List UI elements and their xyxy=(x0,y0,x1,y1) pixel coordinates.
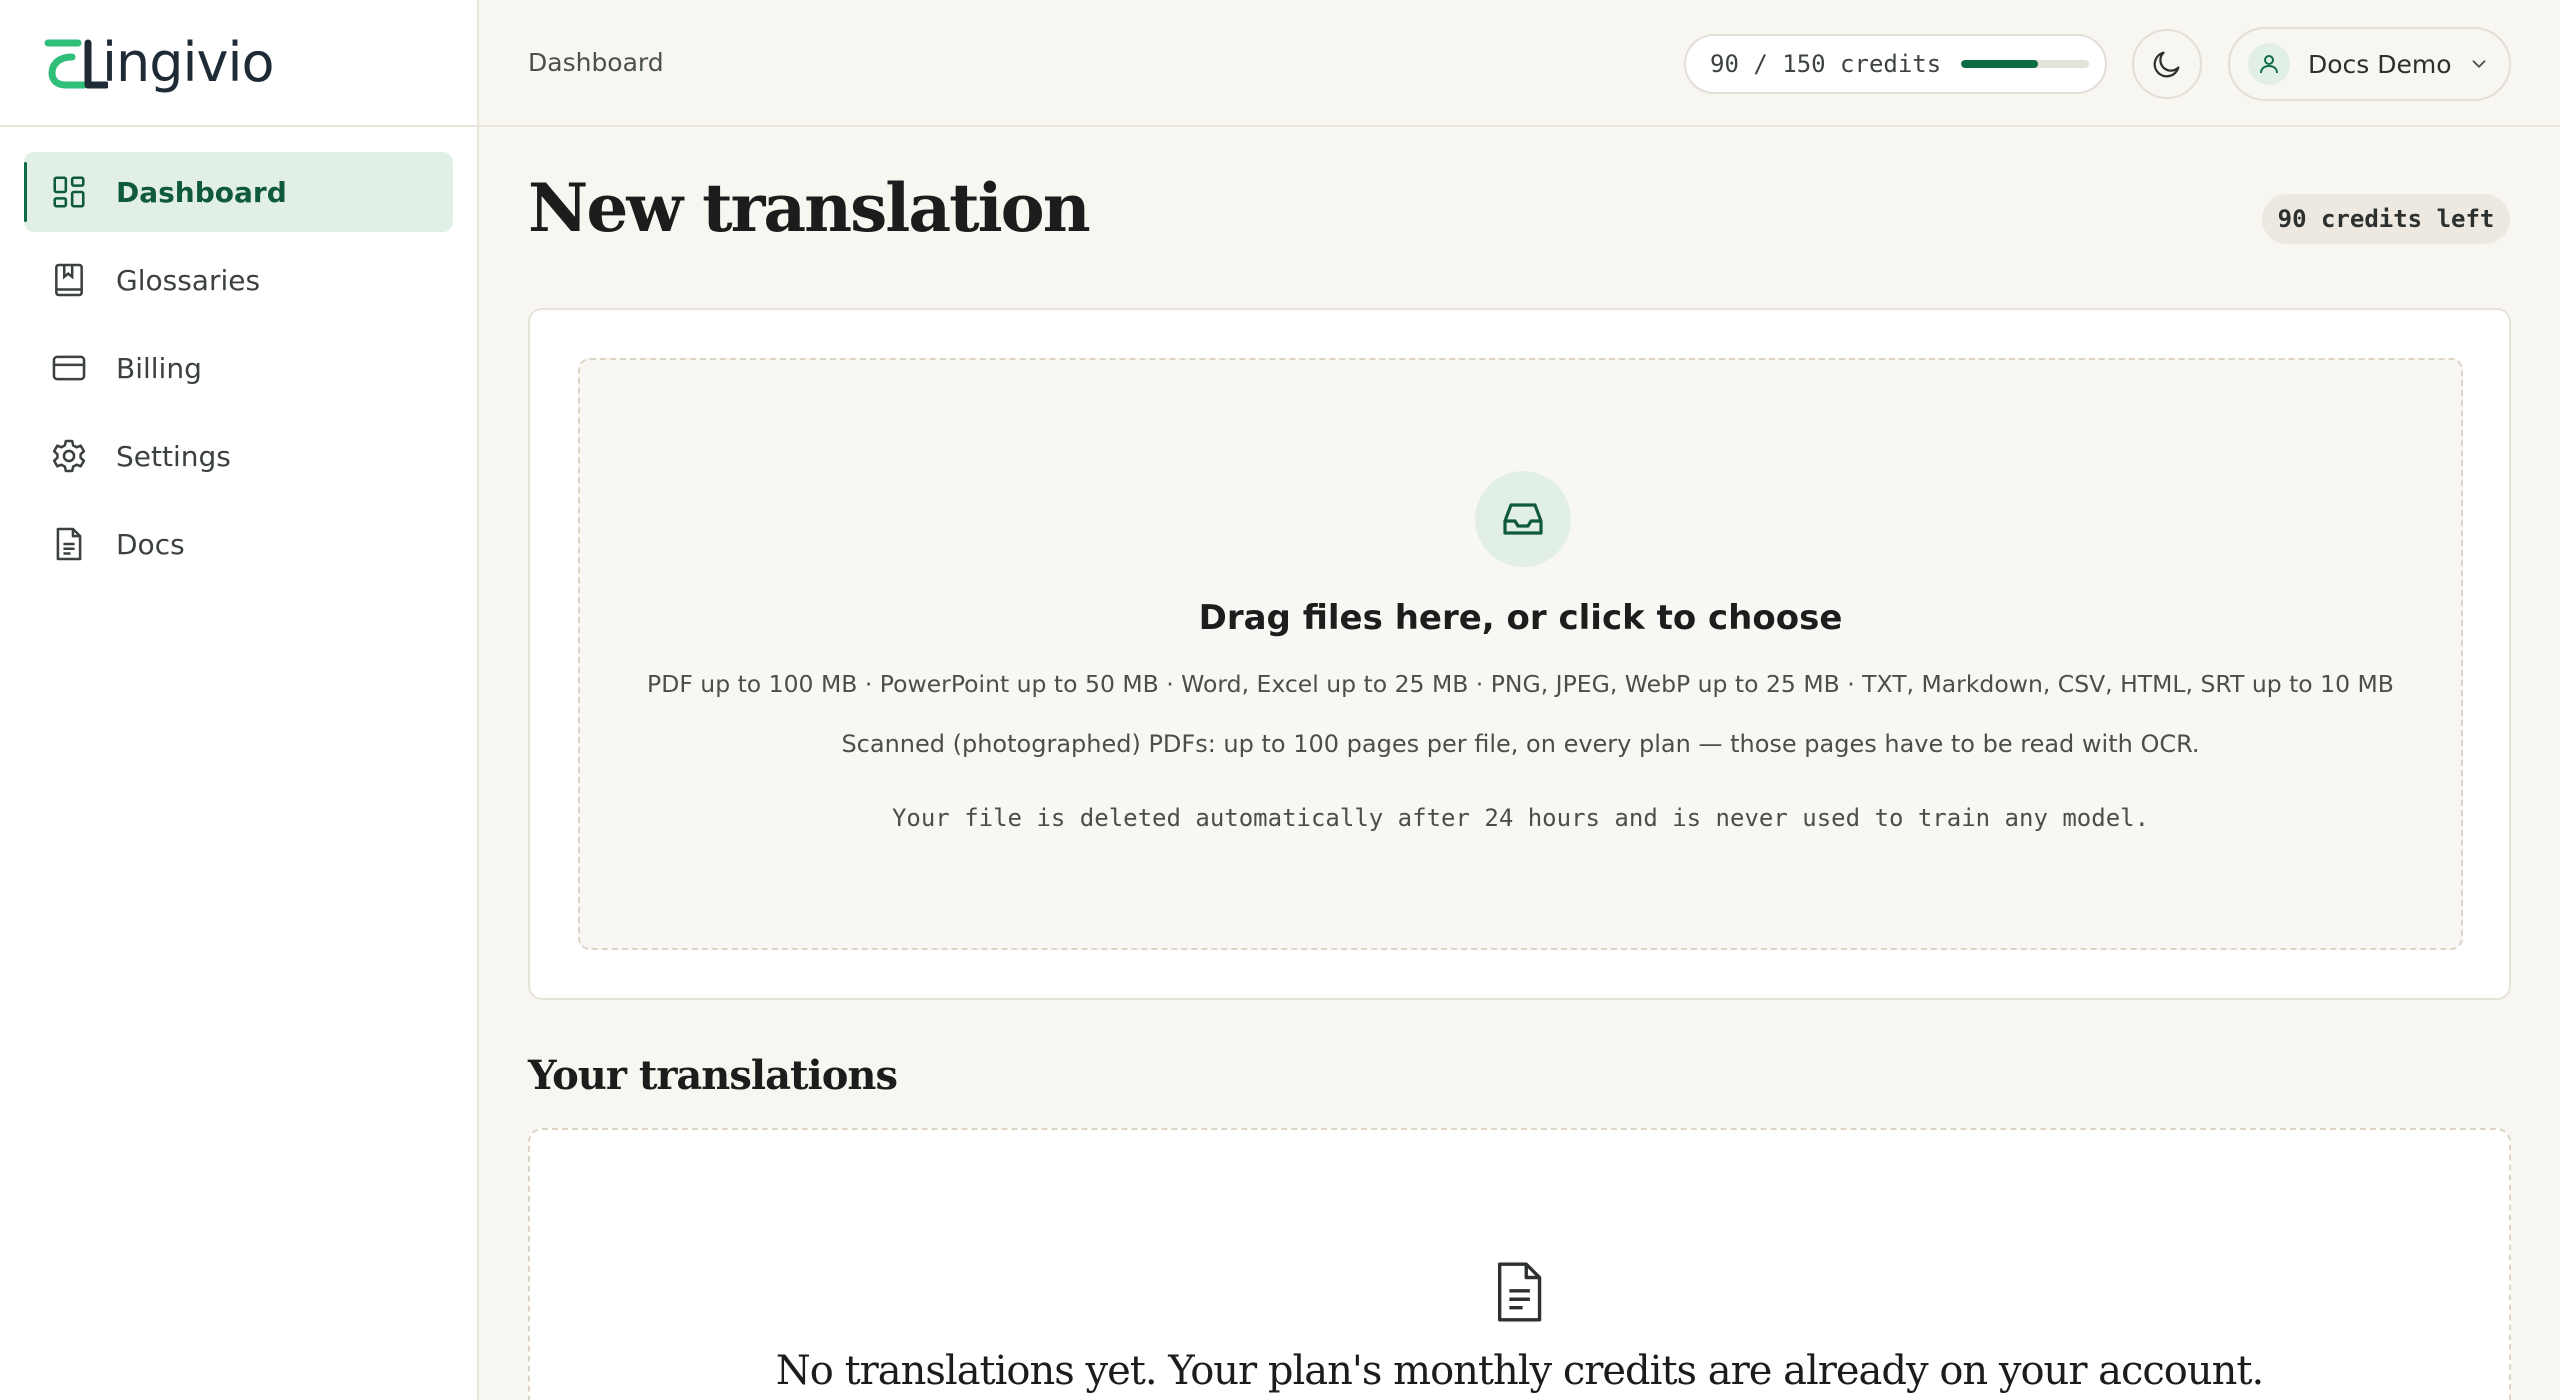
sidebar-item-label: Billing xyxy=(116,351,202,385)
brand-logo-icon xyxy=(44,39,108,88)
page-title: New translation xyxy=(528,169,1091,247)
document-icon xyxy=(1497,1262,1542,1322)
translations-section-title: Your translations xyxy=(528,1052,898,1099)
sidebar-nav: Dashboard Glossaries Billing Settings Do… xyxy=(0,127,477,584)
user-menu-button[interactable]: Docs Demo xyxy=(2228,27,2511,101)
user-icon xyxy=(2260,55,2278,74)
credits-progress-bar xyxy=(1961,60,2090,68)
breadcrumb[interactable]: Dashboard xyxy=(528,48,664,77)
sidebar: ingivio Dashboard Glossaries Billing Set… xyxy=(0,0,479,1400)
dropzone-heading: Drag files here, or click to choose xyxy=(1198,598,1843,638)
sidebar-item-label: Dashboard xyxy=(116,175,287,209)
privacy-note: Your file is deleted automatically after… xyxy=(891,804,2150,832)
brand-logo[interactable]: ingivio xyxy=(0,0,477,127)
upload-card: Drag files here, or click to choose PDF … xyxy=(528,308,2511,1000)
sidebar-item-billing[interactable]: Billing xyxy=(24,328,453,408)
dashboard-grid-icon xyxy=(53,176,85,208)
bookmark-book-icon xyxy=(55,263,83,297)
credits-text: 90 / 150 credits xyxy=(1710,50,1942,78)
credit-card-icon xyxy=(52,355,86,381)
translations-empty-state: No translations yet. Your plan's monthly… xyxy=(528,1128,2511,1400)
avatar xyxy=(2248,43,2290,85)
moon-icon xyxy=(2153,51,2180,78)
user-name: Docs Demo xyxy=(2308,49,2452,79)
credits-left-badge: 90 credits left xyxy=(2262,194,2510,244)
credits-meter[interactable]: 90 / 150 credits xyxy=(1684,34,2107,94)
sidebar-item-glossaries[interactable]: Glossaries xyxy=(24,240,453,320)
chevron-down-icon xyxy=(2472,60,2485,69)
file-dropzone[interactable]: Drag files here, or click to choose PDF … xyxy=(578,358,2463,950)
top-bar: Dashboard 90 / 150 credits Docs Demo xyxy=(479,0,2560,127)
empty-state-message: No translations yet. Your plan's monthly… xyxy=(775,1348,2264,1394)
sidebar-item-settings[interactable]: Settings xyxy=(24,416,453,496)
sidebar-item-docs[interactable]: Docs xyxy=(24,504,453,584)
gear-icon xyxy=(52,439,86,473)
inbox-icon xyxy=(1503,503,1543,535)
theme-toggle-button[interactable] xyxy=(2132,29,2202,99)
scanned-pdf-note: Scanned (photographed) PDFs: up to 100 p… xyxy=(841,730,2200,758)
credits-progress-fill xyxy=(1961,60,2038,68)
upload-icon-badge xyxy=(1475,471,1571,567)
sidebar-item-dashboard[interactable]: Dashboard xyxy=(24,152,453,232)
sidebar-item-label: Glossaries xyxy=(116,263,261,297)
supported-formats-text: PDF up to 100 MB · PowerPoint up to 50 M… xyxy=(647,670,2394,698)
brand-name: ingivio xyxy=(102,30,275,94)
document-icon xyxy=(56,527,82,561)
sidebar-item-label: Settings xyxy=(116,439,231,473)
sidebar-item-label: Docs xyxy=(116,527,185,561)
